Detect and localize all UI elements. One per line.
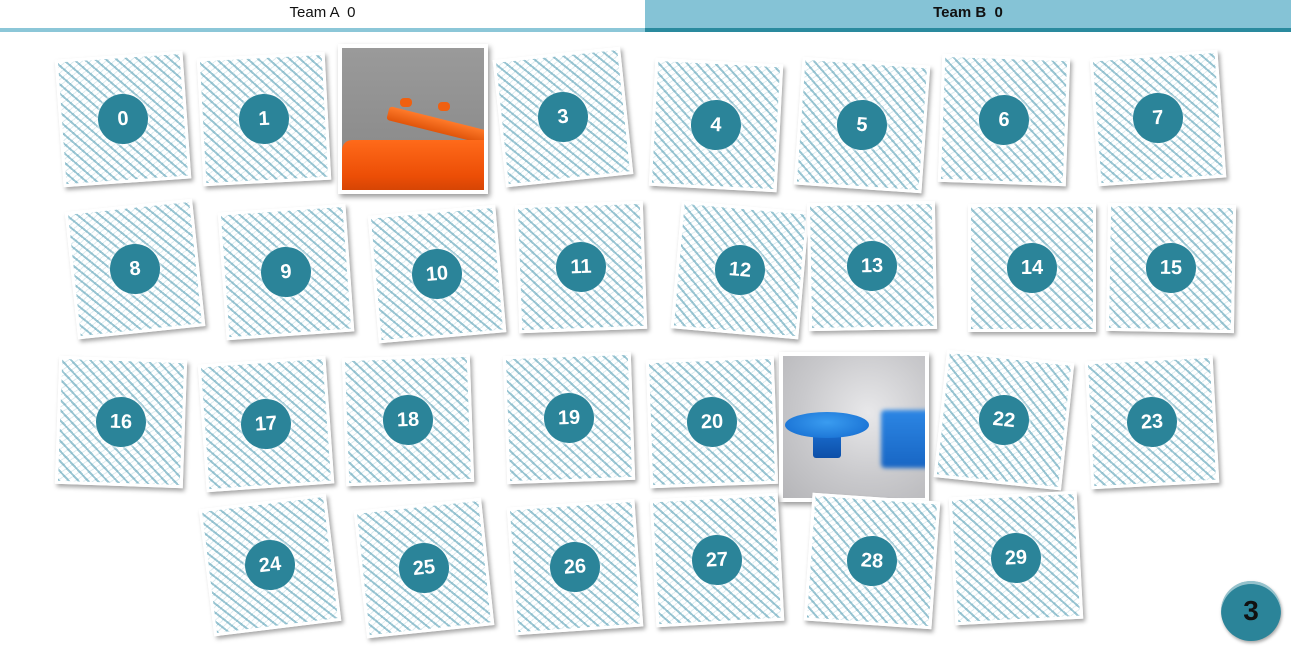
memory-card-16[interactable]: 16 xyxy=(54,355,188,489)
card-number-badge: 9 xyxy=(259,245,313,299)
card-number-badge: 11 xyxy=(555,241,607,293)
memory-card-1[interactable]: 1 xyxy=(196,51,332,187)
memory-card-11[interactable]: 11 xyxy=(514,200,648,334)
memory-card-25[interactable]: 25 xyxy=(353,497,495,639)
memory-card-13[interactable]: 13 xyxy=(806,200,938,332)
card-number-badge: 8 xyxy=(107,241,163,297)
card-number-badge: 12 xyxy=(712,242,768,298)
memory-card-7[interactable]: 7 xyxy=(1089,49,1227,187)
memory-card-6[interactable]: 6 xyxy=(937,53,1071,187)
card-number-badge: 6 xyxy=(978,94,1030,146)
card-number-badge: 4 xyxy=(689,98,743,152)
memory-card-2[interactable] xyxy=(338,44,488,194)
card-number-badge: 19 xyxy=(543,392,595,444)
memory-card-14[interactable]: 14 xyxy=(968,204,1096,332)
card-number-badge: 17 xyxy=(239,397,293,451)
memory-card-17[interactable]: 17 xyxy=(197,355,335,493)
memory-card-24[interactable]: 24 xyxy=(198,493,342,637)
card-number-badge: 25 xyxy=(396,540,452,596)
memory-card-8[interactable]: 8 xyxy=(64,198,206,340)
turn-counter: 3 xyxy=(1221,581,1281,641)
memory-card-21[interactable] xyxy=(779,352,929,502)
memory-card-4[interactable]: 4 xyxy=(648,57,784,193)
memory-card-15[interactable]: 15 xyxy=(1105,202,1237,334)
memory-card-23[interactable]: 23 xyxy=(1084,354,1220,490)
card-number-badge: 18 xyxy=(382,394,434,446)
memory-card-27[interactable]: 27 xyxy=(649,492,785,628)
card-number-badge: 23 xyxy=(1125,395,1179,449)
card-number-badge: 13 xyxy=(846,240,898,292)
memory-card-28[interactable]: 28 xyxy=(803,492,941,630)
memory-card-26[interactable]: 26 xyxy=(506,498,644,636)
memory-card-22[interactable]: 22 xyxy=(933,349,1075,491)
card-number-badge: 24 xyxy=(242,537,298,593)
memory-card-9[interactable]: 9 xyxy=(217,203,355,341)
memory-card-5[interactable]: 5 xyxy=(793,56,931,194)
orange-plastic-box-photo xyxy=(342,48,484,190)
card-number-badge: 1 xyxy=(237,92,291,146)
blue-plastic-parts-photo xyxy=(783,356,925,498)
card-number-badge: 16 xyxy=(95,396,147,448)
card-number-badge: 27 xyxy=(690,533,744,587)
card-number-badge: 5 xyxy=(835,98,889,152)
card-number-badge: 14 xyxy=(1007,243,1057,293)
card-number-badge: 3 xyxy=(535,89,591,145)
card-number-badge: 15 xyxy=(1145,242,1197,294)
memory-card-3[interactable]: 3 xyxy=(492,46,634,188)
memory-card-20[interactable]: 20 xyxy=(645,355,779,489)
memory-card-10[interactable]: 10 xyxy=(367,204,507,344)
memory-board: 0 1 3 4 5 6 7 8 9 10 11 12 13 14 15 16 17 18 19 20 22 23 24 25 2… xyxy=(0,0,1291,651)
memory-card-29[interactable]: 29 xyxy=(948,490,1084,626)
card-number-badge: 10 xyxy=(409,246,465,302)
memory-card-18[interactable]: 18 xyxy=(341,353,475,487)
memory-card-12[interactable]: 12 xyxy=(670,200,810,340)
card-number-badge: 26 xyxy=(548,540,602,594)
card-number-badge: 29 xyxy=(989,531,1043,585)
card-number-badge: 22 xyxy=(976,392,1032,448)
memory-card-0[interactable]: 0 xyxy=(54,50,192,188)
card-number-badge: 20 xyxy=(686,396,738,448)
card-number-badge: 0 xyxy=(96,92,150,146)
memory-card-19[interactable]: 19 xyxy=(502,351,636,485)
card-number-badge: 7 xyxy=(1131,91,1185,145)
card-number-badge: 28 xyxy=(845,534,899,588)
